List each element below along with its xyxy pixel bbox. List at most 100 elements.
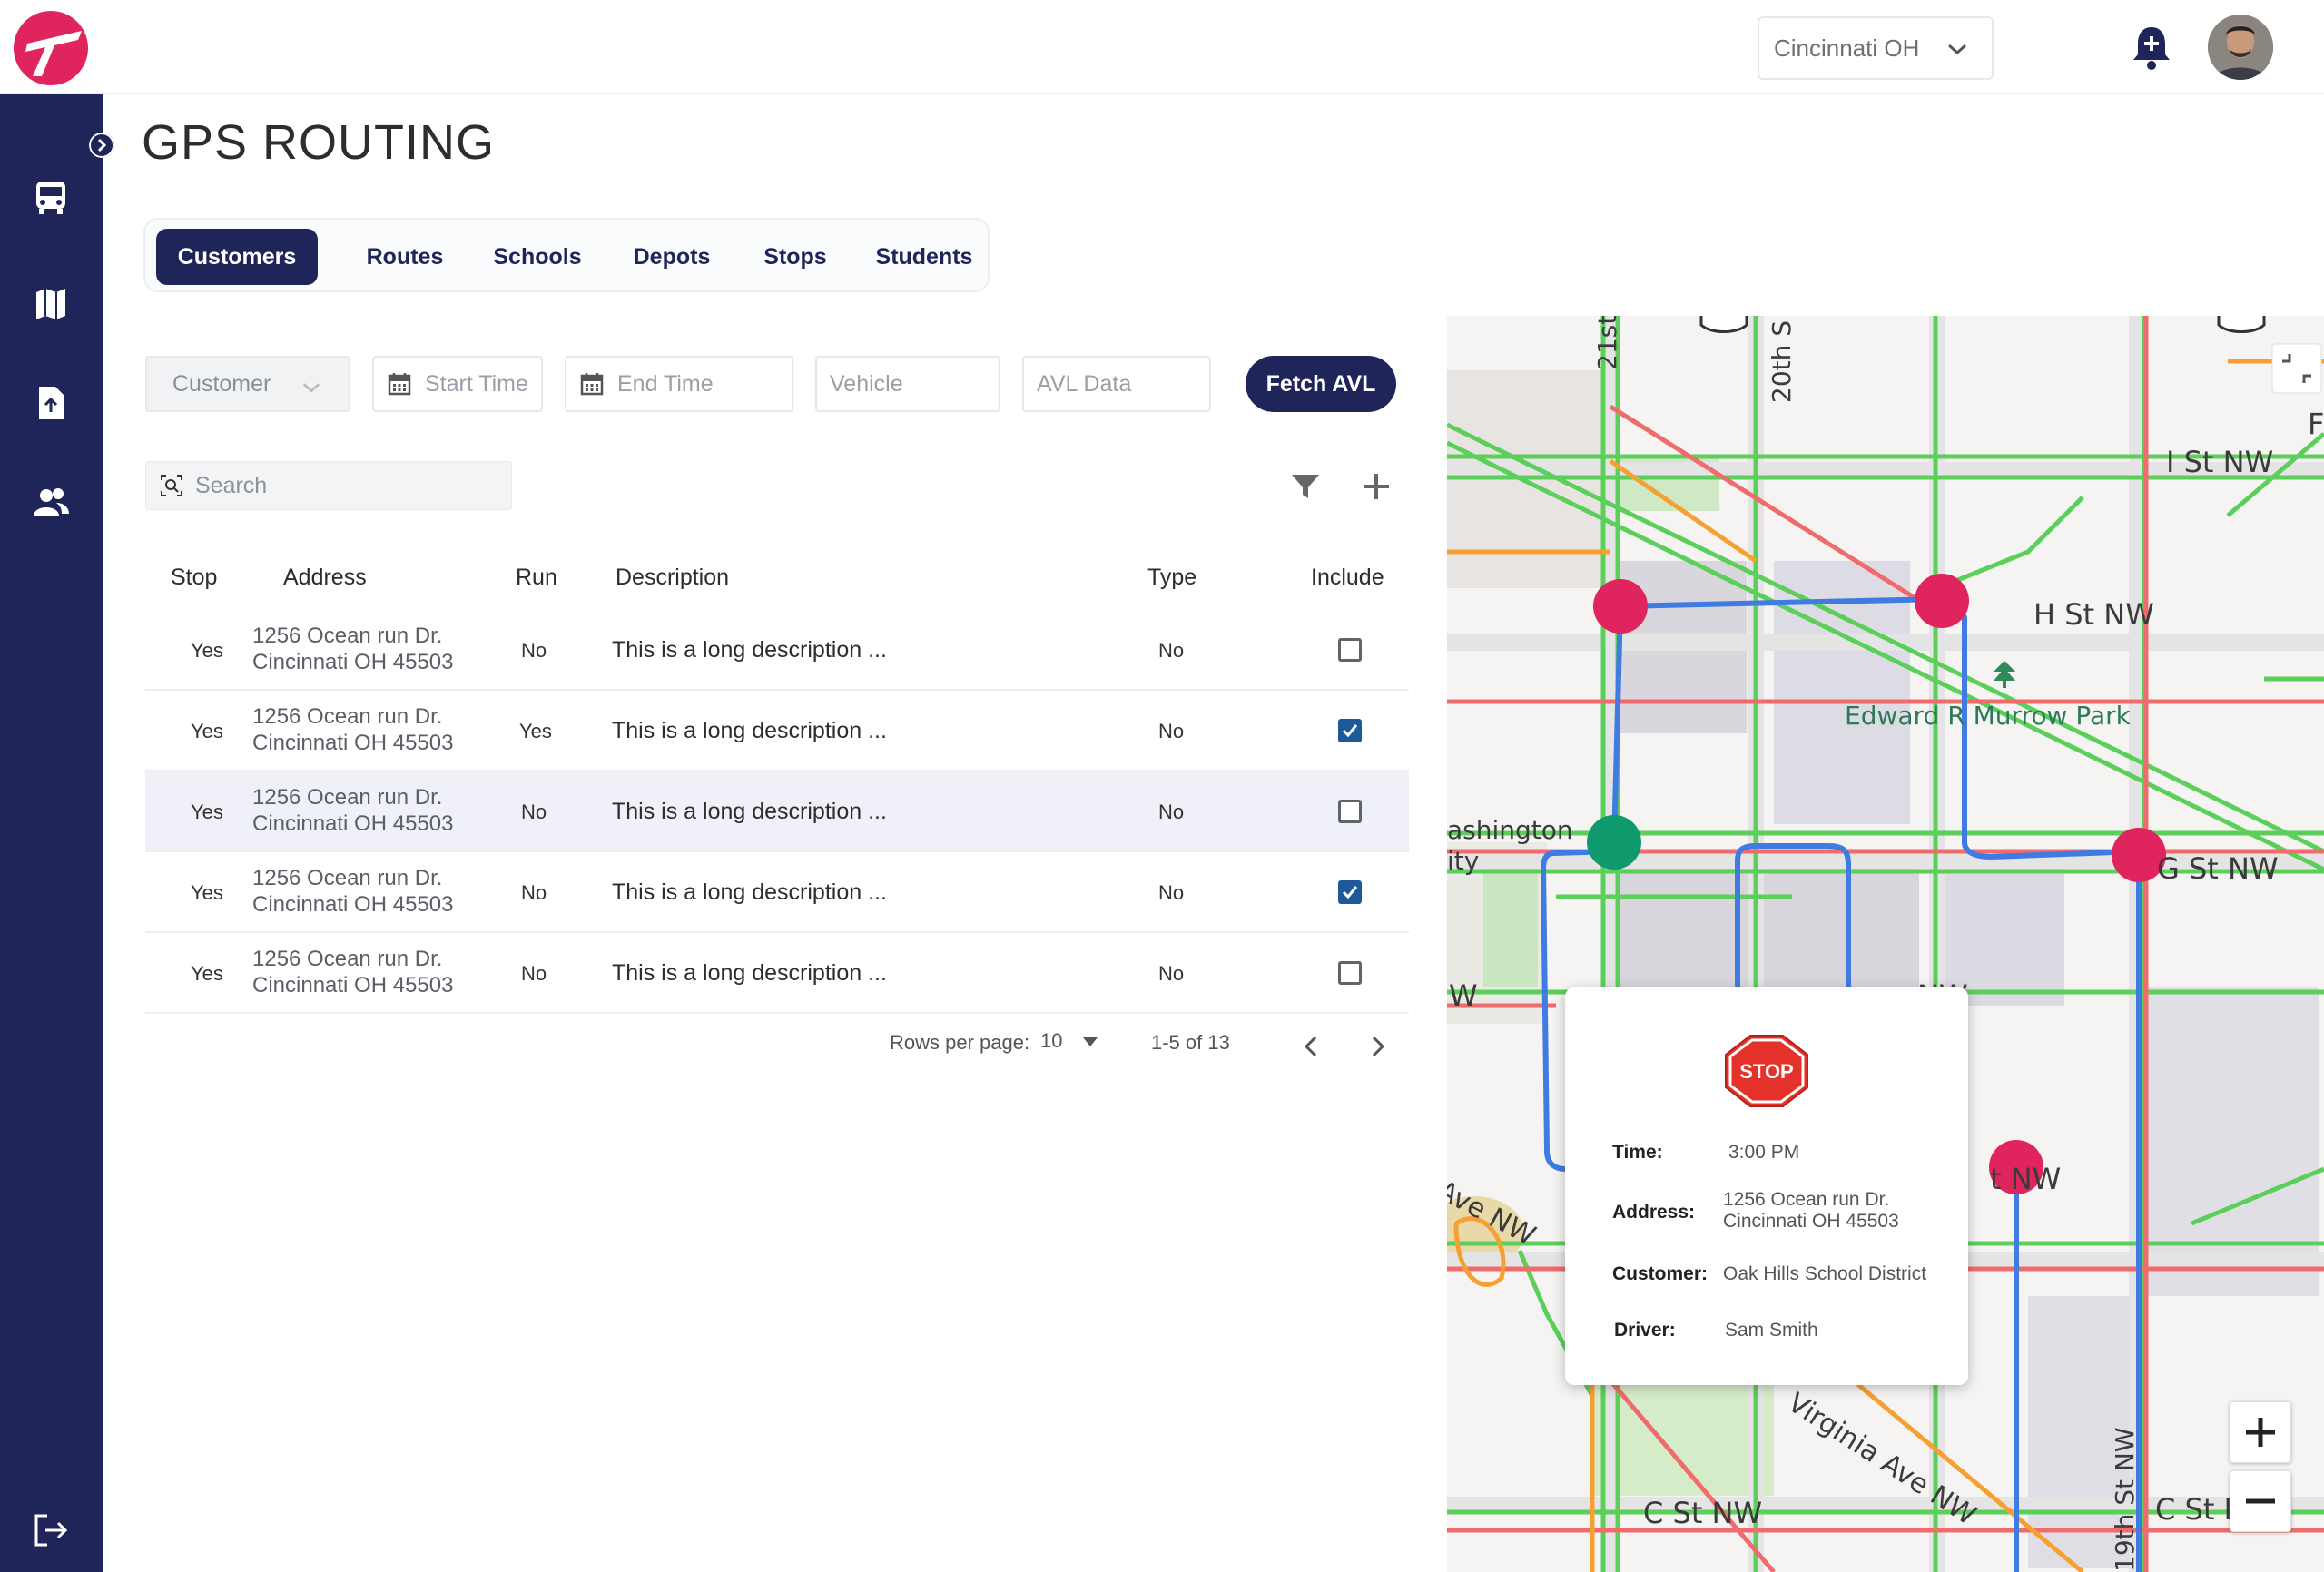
type-cell: No (1158, 881, 1185, 904)
tab-depots[interactable]: Depots (619, 229, 724, 285)
users-icon[interactable] (31, 483, 71, 523)
calendar-icon (580, 373, 604, 396)
popup-address-line1: 1256 Ocean run Dr. (1723, 1189, 1890, 1210)
checkmark-icon (1342, 886, 1358, 899)
map-label-19th: 19th St NW (2110, 1427, 2140, 1572)
column-header-include[interactable]: Include (1311, 565, 1384, 591)
avl-data-field[interactable]: AVL Data (1022, 356, 1211, 412)
map-label-f: F (2308, 407, 2324, 441)
type-cell: No (1158, 962, 1185, 985)
file-upload-icon[interactable] (31, 383, 71, 423)
notification-bell-icon[interactable] (2126, 22, 2177, 73)
popup-customer-value: Oak Hills School District (1723, 1263, 1927, 1284)
include-checkbox[interactable] (1338, 719, 1362, 742)
description-cell: This is a long description ... (612, 799, 887, 824)
city-select-value: Cincinnati OH (1774, 34, 1920, 62)
address-line1-cell: 1256 Ocean run Dr. (252, 866, 443, 890)
rows-per-page-label: Rows per page: (890, 1031, 1030, 1054)
table-row[interactable]: Yes 1256 Ocean run Dr. Cincinnati OH 45503… (145, 610, 1409, 691)
type-cell: No (1158, 639, 1185, 662)
table-row[interactable]: Yes 1256 Ocean run Dr. Cincinnati OH 45503… (145, 933, 1409, 1014)
vehicle-field[interactable]: Vehicle (815, 356, 1000, 412)
address-line2-cell: Cincinnati OH 45503 (252, 650, 454, 674)
table-header: Stop Address Run Description Type Includ… (145, 545, 1409, 610)
popup-driver-label: Driver: (1614, 1320, 1676, 1341)
zoom-out-button[interactable] (2230, 1470, 2291, 1532)
include-checkbox[interactable] (1338, 800, 1362, 823)
popup-time-value: 3:00 PM (1728, 1142, 1800, 1163)
chevron-down-icon (1948, 44, 1966, 55)
tab-schools[interactable]: Schools (481, 229, 594, 285)
table-row[interactable]: Yes 1256 Ocean run Dr. Cincinnati OH 45503… (145, 852, 1409, 933)
tab-customers[interactable]: Customers (156, 229, 318, 285)
table-row[interactable]: Yes 1256 Ocean run Dr. Cincinnati OH 45503… (145, 691, 1409, 771)
column-header-run[interactable]: Run (516, 565, 557, 591)
address-line1-cell: 1256 Ocean run Dr. (252, 947, 443, 971)
stop-cell: Yes (191, 801, 223, 823)
sidebar (0, 94, 103, 1572)
stop-sign-text: STOP (1739, 1060, 1794, 1083)
description-cell: This is a long description ... (612, 879, 887, 905)
chevron-down-icon (302, 383, 320, 393)
column-header-type[interactable]: Type (1147, 565, 1196, 591)
customers-table: Stop Address Run Description Type Includ… (145, 545, 1409, 1014)
stop-cell: Yes (191, 962, 223, 985)
popup-customer-label: Customer: (1612, 1263, 1709, 1284)
city-select[interactable]: Cincinnati OH (1758, 16, 1994, 80)
checkmark-icon (1342, 724, 1358, 738)
company-logo[interactable] (9, 11, 93, 85)
map-label-c-st: C St NW (1643, 1496, 1763, 1530)
logout-icon[interactable] (31, 1510, 71, 1550)
map-label-20th: 20th S (1767, 319, 1797, 403)
collapse-map-icon[interactable] (2271, 343, 2322, 394)
add-icon[interactable] (1360, 470, 1393, 503)
vehicle-placeholder: Vehicle (830, 370, 903, 397)
address-line2-cell: Cincinnati OH 45503 (252, 973, 454, 997)
run-cell: No (521, 639, 547, 662)
column-header-address[interactable]: Address (283, 565, 367, 591)
zoom-in-button[interactable] (2230, 1401, 2291, 1463)
map-icon[interactable] (31, 283, 71, 323)
address-line2-cell: Cincinnati OH 45503 (252, 811, 454, 836)
map-label-t-nw: t NW (1990, 1162, 2062, 1196)
map-label-washington: ashington (1447, 815, 1573, 845)
include-checkbox[interactable] (1338, 961, 1362, 985)
column-header-description[interactable]: Description (615, 565, 729, 591)
popup-time-label: Time: (1612, 1142, 1663, 1163)
bus-icon[interactable] (31, 178, 71, 218)
start-time-field[interactable]: Start Time (372, 356, 543, 412)
stop-cell: Yes (191, 639, 223, 662)
table-row[interactable]: Yes 1256 Ocean run Dr. Cincinnati OH 45503… (145, 771, 1409, 852)
description-cell: This is a long description ... (612, 637, 887, 663)
customer-select[interactable]: Customer (145, 356, 350, 412)
address-line2-cell: Cincinnati OH 45503 (252, 892, 454, 917)
column-header-stop[interactable]: Stop (171, 565, 217, 591)
sidebar-collapse-button[interactable] (89, 133, 114, 158)
tab-stops[interactable]: Stops (750, 229, 841, 285)
include-checkbox[interactable] (1338, 880, 1362, 904)
tab-students[interactable]: Students (868, 229, 980, 285)
search-icon (161, 475, 182, 496)
search-input[interactable]: Search (145, 461, 512, 510)
fetch-avl-button[interactable]: Fetch AVL (1246, 356, 1396, 412)
map-label-w: W (1449, 978, 1478, 1013)
include-checkbox[interactable] (1338, 638, 1362, 662)
page-title: GPS ROUTING (142, 115, 496, 170)
filter-icon[interactable] (1289, 470, 1322, 503)
plus-icon (2246, 1418, 2275, 1447)
stop-info-popup: STOP Time: 3:00 PM Address: 1256 Ocean r… (1565, 987, 1968, 1385)
tab-routes[interactable]: Routes (352, 229, 458, 285)
avl-data-placeholder: AVL Data (1037, 370, 1132, 397)
type-cell: No (1158, 801, 1185, 823)
map-label-park: Edward R Murrow Park (1845, 701, 2131, 731)
top-bar: Cincinnati OH (0, 0, 2324, 94)
end-time-field[interactable]: End Time (565, 356, 793, 412)
rows-per-page-select[interactable]: 10 (1040, 1029, 1100, 1056)
stop-cell: Yes (191, 720, 223, 742)
user-avatar[interactable] (2208, 15, 2273, 80)
popup-driver-value: Sam Smith (1725, 1320, 1818, 1341)
end-time-placeholder: End Time (617, 370, 714, 397)
previous-page-icon[interactable] (1300, 1035, 1324, 1058)
popup-address-line2: Cincinnati OH 45503 (1723, 1211, 1899, 1232)
next-page-icon[interactable] (1365, 1035, 1389, 1058)
